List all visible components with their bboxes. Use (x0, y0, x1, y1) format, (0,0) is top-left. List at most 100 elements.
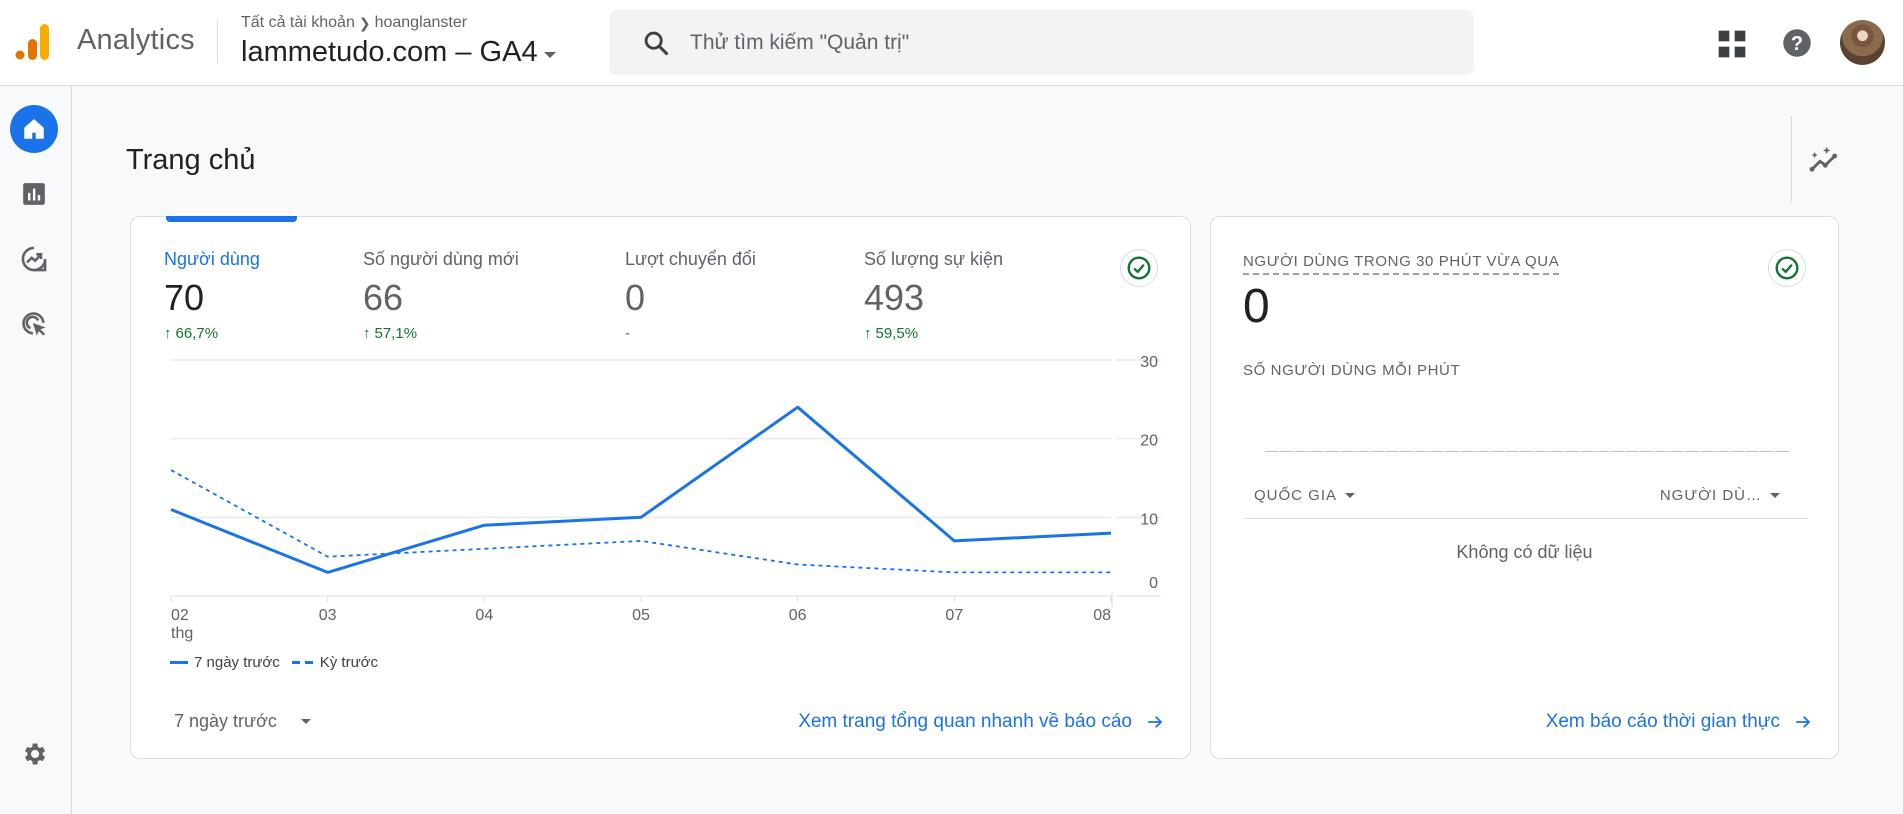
x-tick-label: 08 (1093, 607, 1111, 624)
active-metric-indicator (166, 216, 297, 222)
arrow-up-icon: ↑ (363, 324, 371, 342)
breadcrumb-account-root[interactable]: Tất cả tài khoản (241, 14, 355, 32)
arrow-up-icon: ↑ (164, 324, 172, 342)
link-label: Xem trang tổng quan nhanh về báo cáo (798, 711, 1132, 732)
x-tick-label: 07 (945, 607, 963, 624)
metric-tab-users[interactable]: Người dùng 70 ↑ 66,7% (164, 249, 260, 342)
app-name: Analytics (77, 24, 195, 56)
top-header: Analytics Tất cả tài khoản ❯ hoanglanste… (0, 0, 1903, 86)
metric-tab-event-count[interactable]: Số lượng sự kiện 493 ↑ 59,5% (864, 249, 1003, 342)
arrow-up-icon: ↑ (864, 324, 872, 342)
column-label: QUỐC GIA (1254, 487, 1338, 504)
metric-delta-value: - (625, 324, 630, 342)
column-header-country[interactable]: QUỐC GIA (1254, 487, 1356, 504)
nav-advertising[interactable] (10, 300, 58, 348)
metric-label: Số người dùng mới (363, 249, 519, 269)
toolbar-divider (1791, 116, 1792, 202)
metric-delta-value: 59,5% (875, 324, 919, 342)
x-tick-label: 04 (475, 607, 493, 624)
x-tick-label: 05 (632, 607, 650, 624)
metric-delta: ↑ 59,5% (864, 324, 1003, 342)
metric-value: 0 (625, 277, 646, 318)
data-quality-check[interactable] (1120, 249, 1158, 287)
chart-legend: 7 ngày trước Kỳ trước (170, 654, 378, 671)
dropdown-caret-icon (1345, 493, 1356, 498)
left-nav (0, 86, 72, 814)
breadcrumb-account[interactable]: hoanglanster (375, 14, 468, 32)
apps-grid-icon[interactable] (1716, 28, 1748, 60)
view-realtime-link[interactable]: Xem báo cáo thời gian thực (1546, 711, 1812, 733)
overview-card: Người dùng 70 ↑ 66,7% Số người dùng mới … (130, 216, 1191, 759)
x-tick-sublabel: thg (171, 625, 193, 642)
date-range-label: 7 ngày trước (174, 711, 277, 731)
bar-chart-icon (23, 183, 45, 205)
metric-label: Số lượng sự kiện (864, 249, 1003, 269)
date-range-selector[interactable]: 7 ngày trước (174, 711, 311, 732)
metric-value: 70 (164, 277, 205, 318)
check-circle-icon (1775, 256, 1799, 280)
column-header-users[interactable]: NGƯỜI DÙ… (1660, 487, 1780, 504)
arrow-right-icon (1796, 716, 1811, 728)
series-line-previous (170, 469, 1111, 574)
nav-admin[interactable] (10, 730, 58, 778)
data-quality-check[interactable] (1768, 249, 1806, 287)
check-circle-icon (1127, 256, 1151, 280)
legend-solid-swatch (170, 661, 188, 664)
users-per-minute-bars (1265, 451, 1789, 452)
header-divider (217, 20, 218, 63)
svg-text:?: ? (1791, 33, 1803, 55)
realtime-title[interactable]: NGƯỜI DÙNG TRONG 30 PHÚT VỪA QUA (1243, 253, 1560, 275)
dropdown-caret-icon (543, 51, 556, 58)
x-tick-label: 03 (319, 607, 337, 624)
realtime-card: NGƯỜI DÙNG TRONG 30 PHÚT VỪA QUA 0 SỐ NG… (1210, 216, 1839, 759)
help-icon[interactable]: ? (1782, 28, 1812, 58)
explore-trend-icon (21, 246, 47, 272)
x-tick-label: 06 (789, 607, 807, 624)
property-name: lammetudo.com – GA4 (241, 36, 538, 68)
insights-sparkle-icon[interactable] (1808, 144, 1840, 176)
metric-delta: ↑ 66,7% (164, 324, 260, 342)
metric-value: 493 (864, 277, 925, 318)
y-tick-label: 20 (1140, 433, 1158, 450)
nav-home[interactable] (10, 105, 58, 153)
empty-state-text: Không có dữ liệu (1456, 542, 1593, 562)
dropdown-caret-icon (1770, 493, 1780, 498)
y-tick-label: 30 (1140, 354, 1158, 371)
dropdown-caret-icon (300, 719, 311, 724)
legend-dashed-swatch (291, 661, 314, 664)
user-avatar[interactable] (1840, 20, 1885, 65)
column-label: NGƯỜI DÙ… (1659, 487, 1762, 504)
realtime-users-value: 0 (1243, 280, 1270, 333)
metric-tab-conversions[interactable]: Lượt chuyển đổi 0 - (625, 249, 756, 342)
realtime-table-header: QUỐC GIA NGƯỜI DÙ… (1243, 479, 1808, 519)
x-tick-label: 02 (171, 607, 189, 624)
breadcrumb[interactable]: Tất cả tài khoản ❯ hoanglanster (241, 14, 467, 32)
metric-delta: ↑ 57,1% (363, 324, 519, 342)
y-tick-label: 0 (1149, 575, 1158, 592)
view-reports-snapshot-link[interactable]: Xem trang tổng quan nhanh về báo cáo (798, 711, 1164, 733)
search-input[interactable] (690, 30, 1390, 55)
legend-label-previous: Kỳ trước (319, 654, 378, 671)
page-title: Trang chủ (126, 144, 256, 176)
metric-label: Lượt chuyển đổi (625, 249, 756, 269)
metric-tab-new-users[interactable]: Số người dùng mới 66 ↑ 57,1% (363, 249, 519, 342)
legend-label-current: 7 ngày trước (194, 654, 280, 671)
search-icon (644, 31, 669, 55)
realtime-subtitle: SỐ NGƯỜI DÙNG MỖI PHÚT (1243, 362, 1461, 379)
nav-reports[interactable] (10, 170, 58, 218)
nav-explore[interactable] (10, 235, 58, 283)
metric-value: 66 (363, 277, 404, 318)
metric-delta: - (625, 324, 756, 342)
metric-delta-value: 66,7% (175, 324, 219, 342)
metric-delta-value: 57,1% (374, 324, 418, 342)
link-label: Xem báo cáo thời gian thực (1545, 711, 1780, 732)
series-line-current (170, 405, 1112, 574)
advertising-cursor-icon (22, 312, 46, 336)
arrow-right-icon (1148, 716, 1163, 728)
chevron-right-icon: ❯ (358, 14, 371, 31)
search-bar[interactable] (609, 10, 1474, 75)
metric-label: Người dùng (164, 249, 260, 269)
analytics-logo[interactable] (14, 22, 54, 62)
property-selector[interactable]: lammetudo.com – GA4 (241, 36, 556, 69)
home-icon (24, 119, 44, 139)
